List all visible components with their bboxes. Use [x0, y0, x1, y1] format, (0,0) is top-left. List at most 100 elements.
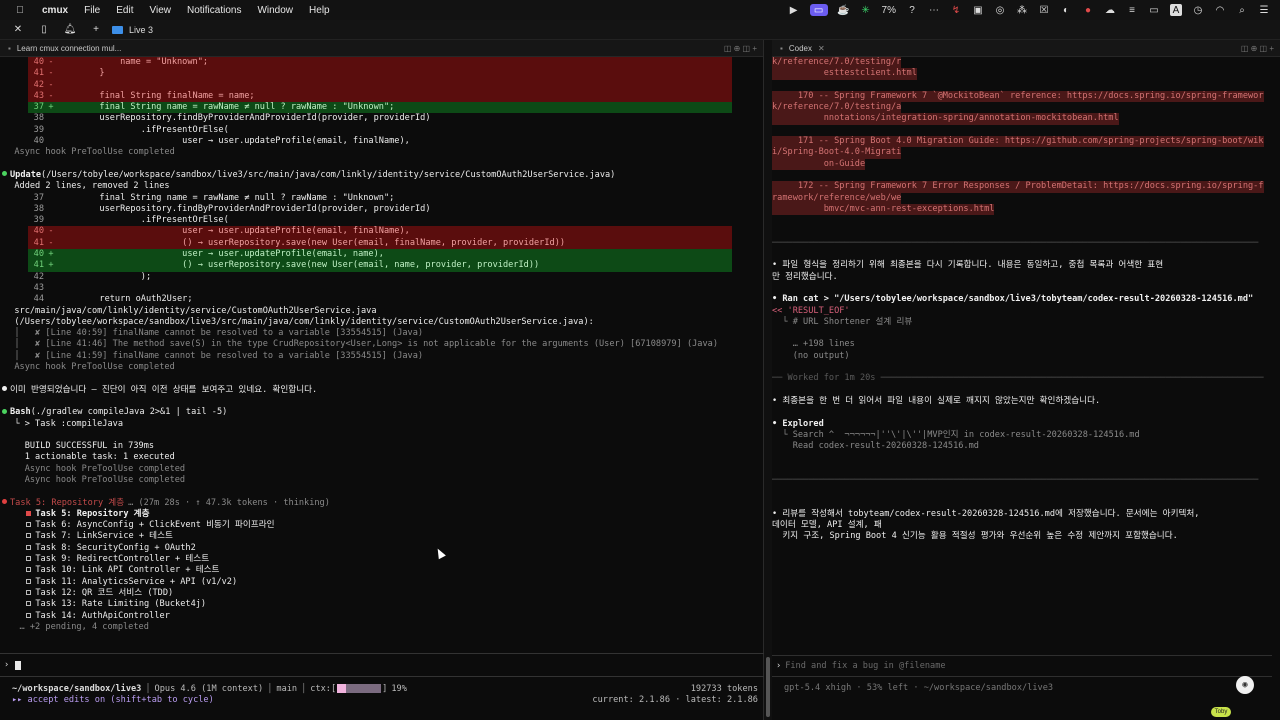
display-icon[interactable]: ▭	[1148, 4, 1160, 16]
menu-edit[interactable]: Edit	[116, 5, 133, 16]
status-tokens: 192733 tokens	[690, 683, 758, 694]
output-line: 41- () → userRepository.save(new User(em…	[28, 237, 732, 250]
output-line: Task 11: AnalyticsService + API (v1/v2)	[0, 577, 764, 588]
menu-notifications[interactable]: Notifications	[187, 5, 241, 16]
codex-line: • Ran cat > "/Users/tobylee/workspace/sa…	[772, 294, 1280, 305]
line-number: 39	[33, 124, 44, 135]
output-line: Task 14: AuthApiController	[0, 611, 764, 622]
codex-line	[772, 283, 1280, 294]
dots-icon[interactable]: ⋯	[928, 4, 940, 16]
user-badge[interactable]: Toby	[1211, 707, 1231, 717]
spark-icon[interactable]: ✳	[860, 4, 872, 16]
line-number: 41	[33, 260, 44, 271]
codex-line: on-Guide	[772, 158, 1280, 170]
input-source-icon[interactable]: A	[1170, 4, 1182, 16]
hook-line: Async hook PreToolUse completed	[4, 147, 175, 158]
output-line: Added 2 lines, removed 2 lines	[0, 181, 764, 192]
leaf-icon[interactable]: ◐	[1060, 4, 1072, 16]
left-terminal-pane[interactable]: ▪ Learn cmux connection mul... ◫ ⊕ ◫ + 4…	[0, 40, 764, 720]
pane-divider-scrollbar[interactable]	[764, 40, 772, 720]
output-line: Task 5: Repository 계층… (27m 28s · ↑ 47.3…	[0, 498, 764, 509]
assistant-message: 이미 반영되었습니다 — 진단이 아직 이전 상태를 보여주고 있네요. 확인합…	[10, 384, 318, 395]
apple-icon[interactable]: 	[14, 4, 26, 16]
spinner-icon	[2, 499, 7, 505]
pane-controls[interactable]: ◫ ⊕ ◫ +	[724, 44, 763, 53]
code-text: user → user.updateProfile(email, name),	[58, 249, 384, 260]
diff-marker: +	[48, 260, 54, 271]
codex-line: ramework/reference/web/we	[772, 192, 1280, 204]
codex-text: 만 정리했습니다.	[772, 271, 838, 282]
search-icon[interactable]: ⌕	[1236, 4, 1248, 16]
prompt-input[interactable]: ›	[0, 653, 764, 677]
codex-line: └ # URL Shortener 설계 리뷰	[772, 317, 1280, 328]
terminal-icon: ▪	[780, 43, 783, 53]
menu-help[interactable]: Help	[309, 5, 330, 16]
codex-status: gpt-5.4 xhigh · 53% left · ~/workspace/s…	[784, 683, 1054, 693]
codex-line	[772, 226, 1280, 237]
reference-line: i/Spring-Boot-4.0-Migrati	[772, 147, 902, 159]
output-line: Task 6: AsyncConfig + ClickEvent 비동기 파이프…	[0, 520, 764, 531]
new-tab-icon[interactable]: +	[90, 24, 102, 36]
output-line: 42-	[28, 79, 732, 91]
app-name[interactable]: cmux	[42, 5, 68, 16]
screen-icon[interactable]: ▭	[809, 4, 828, 16]
record-icon[interactable]: ●	[1082, 4, 1094, 16]
menu-window[interactable]: Window	[257, 5, 293, 16]
output-line: 39 .ifPresentOrElse(	[28, 215, 764, 226]
tab-live3[interactable]: Live 3	[112, 25, 153, 35]
close-tab-icon[interactable]: ▪	[8, 44, 11, 53]
task-in-progress-icon	[26, 510, 32, 516]
control-center-icon[interactable]: ☰	[1258, 4, 1270, 16]
scroll-thumb[interactable]	[766, 657, 770, 717]
task-item: Task 9: RedirectController + 테스트	[35, 554, 210, 565]
line-number: 42	[33, 79, 44, 90]
photo-icon[interactable]: ▣	[972, 4, 984, 16]
lightbulb-icon[interactable]: ?	[906, 4, 918, 16]
code-text: .ifPresentOrElse(	[58, 124, 229, 135]
reference-line: nnotations/integration-spring/annotation…	[772, 113, 1119, 125]
target-icon[interactable]: ◎	[994, 4, 1006, 16]
code-text: );	[58, 271, 152, 282]
output-line: 40 + user → user.updateProfile(email, nam…	[28, 249, 732, 261]
line-number: 44	[33, 294, 44, 305]
hook-line: Async hook PreToolUse completed	[4, 362, 175, 373]
diff-marker: -	[48, 226, 54, 237]
left-pane-tab[interactable]: ▪ Learn cmux connection mul... ◫ ⊕ ◫ +	[0, 40, 763, 57]
close-window-icon[interactable]: ✕	[12, 24, 24, 36]
sliders-icon[interactable]: ≡	[1126, 4, 1138, 16]
task-pending-icon	[26, 612, 32, 618]
codex-text: ────────────────────────────────────────…	[772, 474, 1259, 485]
update-label: Update	[10, 169, 42, 180]
menu-file[interactable]: File	[84, 5, 100, 16]
codex-line: • Explored	[772, 419, 1280, 430]
grid-icon[interactable]: ⁂	[1016, 4, 1028, 16]
update-status-icon	[2, 171, 7, 177]
close-tab-icon[interactable]: ✕	[818, 44, 825, 53]
menu-view[interactable]: View	[149, 5, 171, 16]
cloud-icon[interactable]: ☁	[1104, 4, 1116, 16]
right-pane-tab[interactable]: ▪ Codex ✕ ◫ ⊕ ◫ +	[772, 40, 1280, 57]
codex-line	[772, 385, 1280, 396]
pane-controls[interactable]: ◫ ⊕ ◫ +	[1241, 44, 1280, 53]
output-line: Task 5: Repository 계층	[0, 509, 764, 520]
codex-line	[772, 452, 1280, 463]
bolt-icon[interactable]: ↯	[950, 4, 962, 16]
codex-line: 만 정리했습니다.	[772, 272, 1280, 283]
codex-prompt-input[interactable]: › Find and fix a bug in @filename	[772, 655, 1272, 677]
output-line: 38 userRepository.findByProviderAndProvi…	[28, 113, 764, 124]
bell-icon[interactable]: 🔔︎	[64, 24, 77, 36]
coffee-icon[interactable]: ☕	[837, 4, 849, 16]
codex-output: k/reference/7.0/testing/r esttestclient.…	[772, 57, 1280, 657]
status-mode[interactable]: ▸▸ accept edits on (shift+tab to cycle)	[12, 695, 214, 705]
output-line: Task 10: Link API Controller + 테스트	[0, 565, 764, 576]
wifi-icon[interactable]: ◠	[1214, 4, 1226, 16]
reference-line: 172 -- Spring Framework 7 Error Response…	[772, 181, 1264, 193]
play-icon[interactable]: ▶	[788, 4, 800, 16]
tree-connector	[16, 588, 26, 598]
right-terminal-pane[interactable]: ▪ Codex ✕ ◫ ⊕ ◫ + k/reference/7.0/testin…	[772, 40, 1280, 720]
sidebar-toggle-icon[interactable]: ▯	[38, 24, 50, 36]
floating-assistant-button[interactable]: ◉	[1236, 676, 1254, 694]
output-line: │ ✘ [Line 40:59] finalName cannot be res…	[0, 328, 764, 339]
x-box-icon[interactable]: ☒	[1038, 4, 1050, 16]
clock-icon[interactable]: ◷	[1192, 4, 1204, 16]
